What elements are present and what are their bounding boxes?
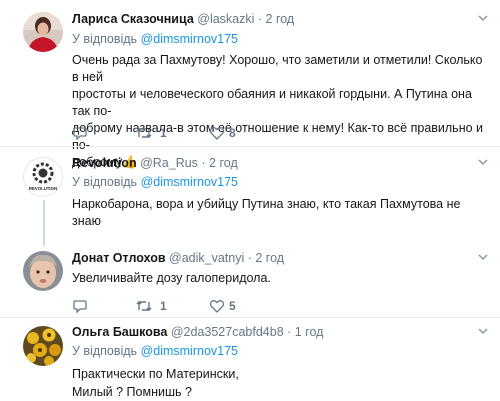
retweet-icon[interactable] (135, 125, 153, 141)
like-count: 8 (229, 126, 236, 140)
retweet-icon[interactable] (135, 298, 153, 314)
tweet-time[interactable]: · 2 год (201, 156, 237, 170)
tweet-text-line: Практически по Матерински, (72, 367, 239, 381)
tweet-1[interactable]: Лариса Сказочница @laskazki · 2 год У ві… (0, 0, 500, 169)
author-handle[interactable]: @Ra_Rus (140, 156, 198, 170)
avatar-revolution[interactable]: REVOLUTION (23, 157, 63, 197)
chevron-down-icon[interactable] (478, 157, 488, 167)
tweet-time[interactable]: · 1 год (287, 325, 323, 339)
author-handle[interactable]: @adik_vatnyi (169, 251, 244, 265)
tweet-3[interactable]: Донат Отлохов @adik_vatnyi · 2 год Увели… (0, 247, 500, 316)
chevron-down-icon[interactable] (478, 13, 488, 23)
author-name[interactable]: Ольга Башкова (72, 325, 167, 339)
retweet-count: 1 (160, 299, 167, 313)
reply-icon[interactable] (72, 125, 88, 141)
like-count: 5 (229, 299, 236, 313)
author-handle[interactable]: @2da3527cabfd4b8 (171, 325, 284, 339)
like-icon[interactable] (209, 125, 225, 141)
tweet-text: Увеличивайте дозу галоперидола. (72, 270, 492, 287)
tweet-text-line: Наркобарона, вора и убийцу Путина знаю, … (72, 197, 461, 228)
avatar-olga[interactable] (23, 326, 63, 366)
tweet-text-line: Милый ? Помнишь ? (72, 385, 192, 399)
author-name[interactable]: Лариса Сказочница (72, 12, 194, 26)
chevron-down-icon[interactable] (478, 252, 488, 262)
avatar-donat[interactable] (23, 251, 63, 291)
author-name[interactable]: Revolution (72, 156, 137, 170)
reply-context: У відповідь @dimsmirnov175 (72, 175, 238, 189)
tweet-text-line: простоты и человеческого обаяния и никак… (72, 87, 472, 118)
retweet-count: 1 (160, 126, 167, 140)
mention-link[interactable]: @dimsmirnov175 (141, 32, 238, 46)
tweet-2[interactable]: REVOLUTION Revolution @Ra_Rus · 2 год У … (0, 147, 500, 247)
author-name[interactable]: Донат Отлохов (72, 251, 166, 265)
like-icon[interactable] (209, 298, 225, 314)
mention-link[interactable]: @dimsmirnov175 (141, 175, 238, 189)
thread-line (43, 200, 45, 246)
reply-icon[interactable] (72, 298, 88, 314)
tweet-text-line: Очень рада за Пахмутову! Хорошо, что зам… (72, 53, 483, 84)
reply-prefix: У відповідь (72, 344, 138, 358)
reply-prefix: У відповідь (72, 175, 138, 189)
chevron-down-icon[interactable] (478, 326, 488, 336)
tweet-time[interactable]: · 2 год (248, 251, 284, 265)
tweet-text: Наркобарона, вора и убийцу Путина знаю, … (72, 196, 492, 230)
reply-prefix: У відповідь (72, 32, 138, 46)
avatar-larisa[interactable] (23, 12, 63, 52)
tweet-text-line: Увеличивайте дозу галоперидола. (72, 271, 271, 285)
reply-context: У відповідь @dimsmirnov175 (72, 32, 238, 46)
tweet-4[interactable]: Ольга Башкова @2da3527cabfd4b8 · 1 год У… (0, 318, 500, 401)
tweet-time[interactable]: · 2 год (258, 12, 294, 26)
reply-context: У відповідь @dimsmirnov175 (72, 344, 238, 358)
tweet-text: Практически по Матерински, Милый ? Помни… (72, 365, 492, 401)
mention-link[interactable]: @dimsmirnov175 (141, 344, 238, 358)
avatar-caption: REVOLUTION (29, 186, 57, 191)
author-handle[interactable]: @laskazki (197, 12, 254, 26)
